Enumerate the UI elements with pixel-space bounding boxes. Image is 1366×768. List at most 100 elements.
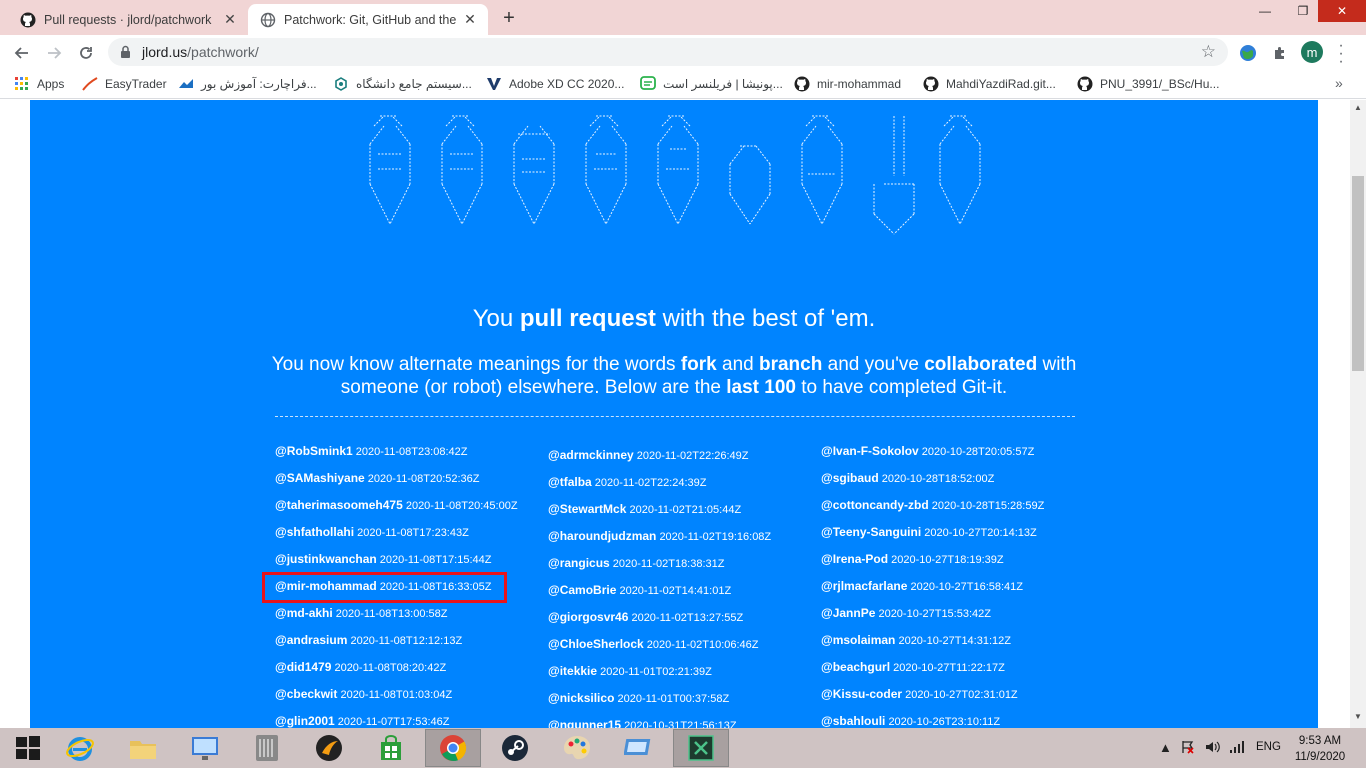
bookmark-mahdiyazdirad[interactable]: MahdiYazdiRad.git... [923, 76, 1056, 92]
system-clock[interactable]: 9:53 AM 11/9/2020 [1290, 733, 1350, 765]
contributor-username-link[interactable]: @andrasium [275, 633, 347, 647]
close-window-button[interactable]: ✕ [1318, 0, 1366, 22]
bookmark-farachart[interactable]: فراچارت: آموزش بور... [178, 76, 317, 92]
contributor-username-link[interactable]: @Irena-Pod [821, 552, 888, 566]
contributor-entry: @Teeny-Sanguini 2020-10-27T20:14:13Z [821, 525, 1037, 539]
dashed-divider [275, 416, 1075, 417]
contributor-username-link[interactable]: @Kissu-coder [821, 687, 902, 701]
flag-notification-icon[interactable] [1181, 740, 1195, 757]
contributor-timestamp: 2020-11-08T13:00:58Z [335, 608, 448, 620]
tab-patchwork[interactable]: Patchwork: Git, GitHub and the P ✕ [248, 4, 488, 35]
forward-arrow-icon[interactable] [42, 41, 66, 65]
file-explorer-taskbar-icon[interactable] [115, 729, 171, 767]
contributor-username-link[interactable]: @justinkwanchan [275, 552, 377, 566]
contributor-username-link[interactable]: @sbahlouli [821, 714, 885, 728]
start-button[interactable] [0, 729, 56, 767]
contributor-username-link[interactable]: @ChloeSherlock [548, 637, 644, 651]
contributor-username-link[interactable]: @msolaiman [821, 633, 895, 647]
reload-icon[interactable] [74, 41, 98, 65]
kebab-menu-icon[interactable]: · · · [1334, 38, 1348, 70]
contributor-username-link[interactable]: @rangicus [548, 556, 610, 570]
bookmark-star-icon[interactable]: ☆ [1201, 42, 1216, 62]
vertical-scrollbar[interactable]: ▲ ▼ [1350, 100, 1366, 728]
contributor-username-link[interactable]: @glin2001 [275, 714, 335, 728]
address-bar[interactable]: jlord.us/patchwork/ ☆ [108, 38, 1228, 66]
new-tab-button[interactable]: + [498, 7, 520, 29]
page-subheadline: You now know alternate meanings for the … [260, 353, 1088, 399]
bookmark-ponisha[interactable]: پونیشا | فریلنسر است... [640, 76, 783, 92]
tray-overflow-icon[interactable]: ▲ [1159, 740, 1172, 755]
bookmark-pnu[interactable]: PNU_3991/_BSc/Hu... [1077, 76, 1219, 92]
contributor-timestamp: 2020-11-08T20:45:00Z [405, 500, 518, 512]
contributor-username-link[interactable]: @nicksilico [548, 691, 614, 705]
tab-pull-requests[interactable]: Pull requests · jlord/patchwork ✕ [8, 4, 248, 35]
paint-taskbar-icon[interactable] [549, 729, 605, 767]
globe-extension-icon[interactable] [1238, 43, 1258, 63]
profile-avatar[interactable]: m [1301, 41, 1323, 63]
contributor-entry: @ChloeSherlock 2020-11-02T10:06:46Z [548, 637, 759, 651]
internet-explorer-taskbar-icon[interactable] [52, 729, 108, 767]
input-language-indicator[interactable]: ENG [1256, 741, 1281, 753]
contributor-username-link[interactable]: @cbeckwit [275, 687, 337, 701]
volume-icon[interactable] [1205, 740, 1221, 757]
bookmark-mir-mohammad[interactable]: mir-mohammad [794, 76, 901, 92]
bookmarks-overflow-button[interactable]: » [1335, 75, 1343, 91]
signal-icon[interactable] [1229, 740, 1245, 757]
contributor-username-link[interactable]: @CamoBrie [548, 583, 616, 597]
browser-toolbar: jlord.us/patchwork/ ☆ m · · · [0, 35, 1366, 70]
contributor-entry: @itekkie 2020-11-01T02:21:39Z [548, 664, 712, 678]
contributor-username-link[interactable]: @Teeny-Sanguini [821, 525, 921, 539]
page-viewport: You pull request with the best of 'em. Y… [0, 100, 1366, 728]
contributor-username-link[interactable]: @rjlmacfarlane [821, 579, 907, 593]
contributor-entry: @rangicus 2020-11-02T18:38:31Z [548, 556, 725, 570]
contributor-username-link[interactable]: @did1479 [275, 660, 331, 674]
scroll-down-arrow-icon[interactable]: ▼ [1354, 712, 1362, 721]
contributor-username-link[interactable]: @JannPe [821, 606, 875, 620]
contributor-username-link[interactable]: @sgibaud [821, 471, 879, 485]
contributor-timestamp: 2020-10-27T14:31:12Z [898, 635, 1011, 647]
contributor-username-link[interactable]: @adrmckinney [548, 448, 634, 462]
bookmark-adobe-xd[interactable]: Adobe XD CC 2020... [486, 76, 624, 92]
contributor-timestamp: 2020-11-08T20:52:36Z [367, 473, 480, 485]
bookmark-label: EasyTrader [105, 77, 167, 91]
scroll-up-arrow-icon[interactable]: ▲ [1354, 103, 1362, 112]
bookmark-apps[interactable]: Apps [14, 76, 64, 92]
contributor-username-link[interactable]: @haroundjudzman [548, 529, 656, 543]
contributor-username-link[interactable]: @StewartMck [548, 502, 626, 516]
lock-icon [120, 45, 131, 64]
contributor-username-link[interactable]: @tfalba [548, 475, 592, 489]
contributor-username-link[interactable]: @md-akhi [275, 606, 333, 620]
contributor-username-link[interactable]: @cottoncandy-zbd [821, 498, 929, 512]
contributor-username-link[interactable]: @shfathollahi [275, 525, 354, 539]
contributor-username-link[interactable]: @ngunner15 [548, 718, 621, 728]
puzzle-extensions-icon[interactable] [1270, 43, 1290, 63]
media-player-taskbar-icon[interactable] [301, 729, 357, 767]
chart-trend-icon [82, 76, 98, 92]
bookmark-easytrader[interactable]: EasyTrader [82, 76, 167, 92]
snipping-tool-taskbar-icon[interactable] [673, 729, 729, 767]
contributor-entry: @andrasium 2020-11-08T12:12:13Z [275, 633, 462, 647]
contributor-username-link[interactable]: @giorgosvr46 [548, 610, 628, 624]
contributor-entry: @md-akhi 2020-11-08T13:00:58Z [275, 606, 448, 620]
contributor-username-link[interactable]: @beachgurl [821, 660, 890, 674]
tab-close-icon[interactable]: ✕ [220, 10, 240, 30]
chrome-taskbar-icon[interactable] [425, 729, 481, 767]
bookmark-university[interactable]: سیستم جامع دانشگاه... [333, 76, 472, 92]
contributor-username-link[interactable]: @Ivan-F-Sokolov [821, 444, 919, 458]
contributor-username-link[interactable]: @itekkie [548, 664, 597, 678]
store-taskbar-icon[interactable] [363, 729, 419, 767]
control-panel-taskbar-icon[interactable] [177, 729, 233, 767]
contributor-username-link[interactable]: @taherimasoomeh475 [275, 498, 403, 512]
screen-tool-taskbar-icon[interactable] [611, 729, 667, 767]
contributor-username-link[interactable]: @SAMashiyane [275, 471, 365, 485]
contributor-username-link[interactable]: @RobSmink1 [275, 444, 353, 458]
archive-app-taskbar-icon[interactable] [239, 729, 295, 767]
back-arrow-icon[interactable] [10, 41, 34, 65]
ascii-art-banner [369, 115, 981, 235]
scrollbar-thumb[interactable] [1352, 176, 1364, 371]
steam-taskbar-icon[interactable] [487, 729, 543, 767]
tab-close-icon[interactable]: ✕ [460, 10, 480, 30]
v-logo-icon [486, 76, 502, 92]
github-icon [20, 12, 36, 28]
ascii-glyph [939, 115, 981, 225]
